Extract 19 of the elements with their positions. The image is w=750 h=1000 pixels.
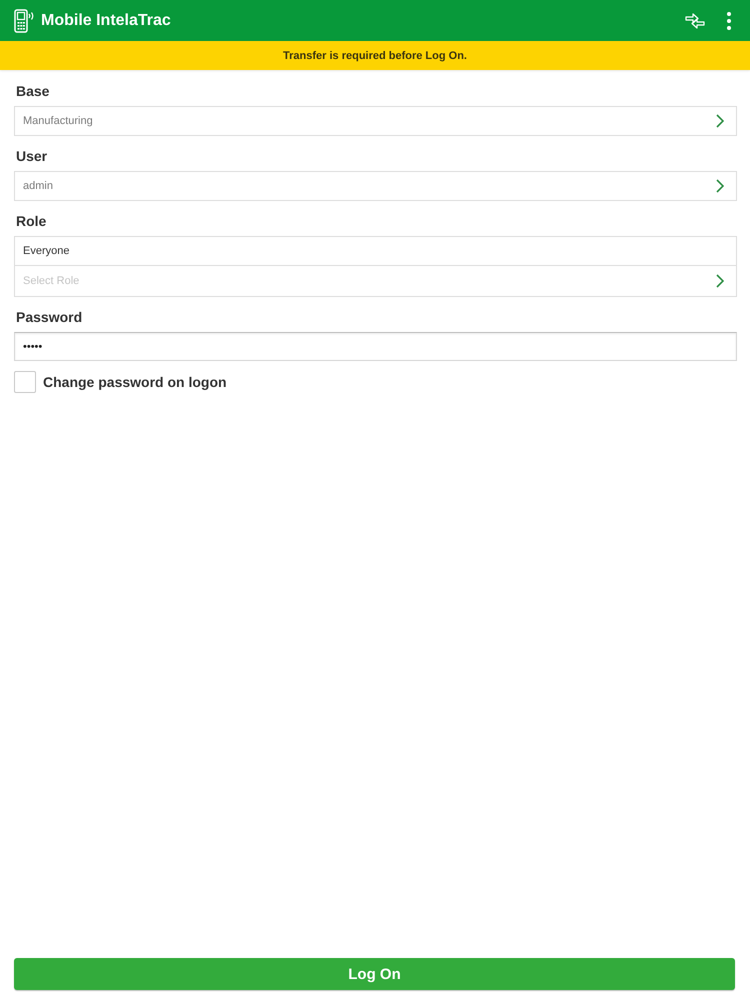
field-label: User [16,147,48,165]
more-options-icon[interactable] [727,12,731,30]
field-label: Password [16,308,82,326]
handheld-device-icon [14,8,36,32]
picker-field[interactable]: admin [14,171,737,201]
transfer-arrows-icon[interactable] [685,12,705,28]
checkbox-label: Change password on logon [43,374,227,390]
log-on-button[interactable]: Log On [14,958,735,990]
chevron-right-icon [716,274,724,288]
banner-message: Transfer is required before Log On. [283,50,467,62]
app-title: Mobile IntelaTrac [41,12,171,30]
chevron-right-icon [716,179,724,193]
field-label: Role [16,212,46,230]
password-field[interactable]: ••••• [14,332,737,361]
checkbox[interactable] [14,371,36,393]
role-item[interactable]: Everyone [14,236,737,266]
chevron-right-icon [716,114,724,128]
picker-field[interactable]: Manufacturing [14,106,737,136]
field-label: Base [16,82,50,100]
